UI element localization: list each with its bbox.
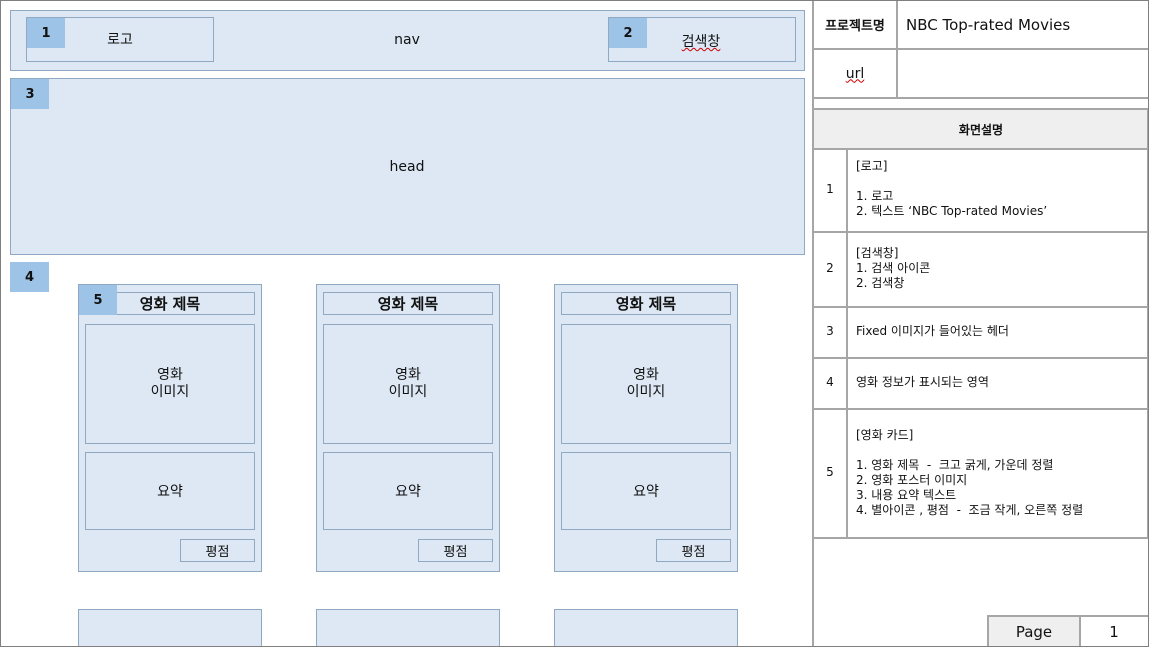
- desc-text: 영화 정보가 표시되는 영역: [856, 375, 989, 389]
- card-tag: 5: [79, 285, 117, 315]
- desc-text: [검색창] 1. 검색 아이콘 2. 검색창: [856, 246, 931, 290]
- divider: [812, 306, 1148, 308]
- card-image: 영화 이미지: [561, 324, 731, 444]
- project-value: NBC Top-rated Movies: [906, 15, 1071, 34]
- card-summary: 요약: [323, 452, 493, 530]
- desc-num: 1: [826, 182, 834, 196]
- section-title: 화면설명: [814, 110, 1148, 148]
- search-label: 검색창: [681, 34, 721, 50]
- movie-card-partial: [316, 609, 500, 646]
- logo-label: 로고: [107, 32, 133, 48]
- desc-num: 3: [826, 324, 834, 338]
- project-label: 프로젝트명: [825, 19, 885, 34]
- page-number: 1: [1109, 622, 1119, 641]
- divider: [812, 231, 1148, 233]
- content-tag: 4: [10, 262, 49, 292]
- card-rating: 평점: [656, 539, 731, 562]
- head-tag: 3: [11, 79, 49, 109]
- page-label: Page: [989, 617, 1079, 646]
- divider: [846, 148, 848, 538]
- card-summary: 요약: [561, 452, 731, 530]
- desc-num: 5: [826, 465, 834, 479]
- divider: [812, 357, 1148, 359]
- movie-card-partial: [78, 609, 262, 646]
- nav-label: nav: [394, 32, 420, 48]
- card-rating: 평점: [418, 539, 493, 562]
- movie-card: 영화 제목 5 영화 이미지 요약 평점: [78, 284, 262, 572]
- url-label: url: [845, 65, 865, 82]
- divider: [812, 148, 1148, 150]
- divider: [896, 1, 898, 99]
- search-tag: 2: [609, 18, 647, 48]
- card-title: 영화 제목: [323, 292, 493, 315]
- url-value: [906, 50, 1146, 97]
- desc-text: [로고] 1. 로고 2. 텍스트 ‘NBC Top-rated Movies’: [856, 159, 1048, 218]
- card-image: 영화 이미지: [323, 324, 493, 444]
- card-rating: 평점: [180, 539, 255, 562]
- desc-num: 2: [826, 261, 834, 275]
- desc-text: [영화 카드] 1. 영화 제목 - 크고 굵게, 가운데 정렬 2. 영화 포…: [856, 428, 1084, 517]
- nav-tag: 1: [27, 18, 65, 48]
- head-label: head: [389, 159, 425, 175]
- card-title: 영화 제목: [561, 292, 731, 315]
- divider: [812, 97, 1148, 99]
- desc-num: 4: [826, 375, 834, 389]
- wireframe-sheet: 1 로고 nav 2 검색창 3 head 4 영화 제목 5 영화 이미지 요약…: [0, 0, 1149, 647]
- card-summary: 요약: [85, 452, 255, 530]
- movie-card-partial: [554, 609, 738, 646]
- divider: [812, 537, 1148, 539]
- movie-card: 영화 제목 영화 이미지 요약 평점: [554, 284, 738, 572]
- divider: [812, 408, 1148, 410]
- movie-card: 영화 제목 영화 이미지 요약 평점: [316, 284, 500, 572]
- card-image: 영화 이미지: [85, 324, 255, 444]
- desc-text: Fixed 이미지가 들어있는 헤더: [856, 324, 1009, 338]
